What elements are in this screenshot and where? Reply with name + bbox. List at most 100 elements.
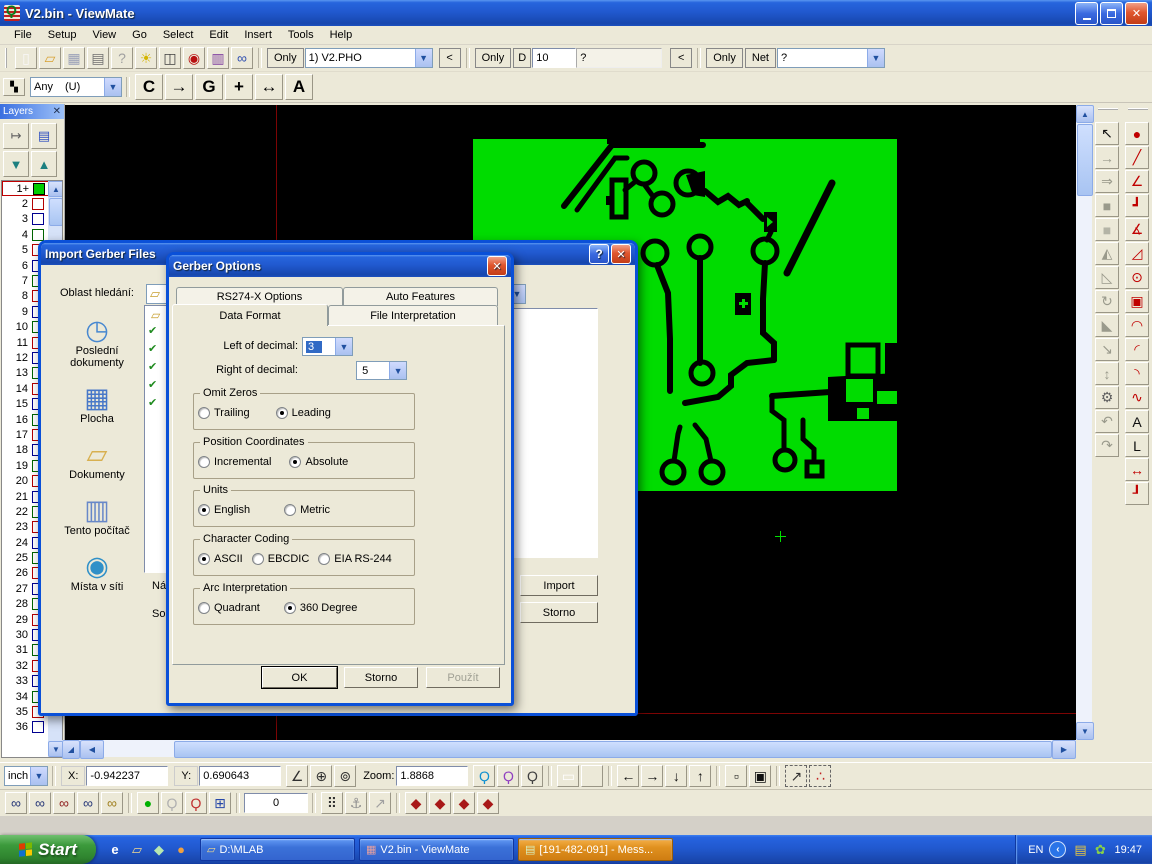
right-decimal-combobox[interactable]: 5 ▼ — [356, 361, 407, 380]
layer-color-swatch[interactable] — [32, 198, 44, 210]
fill-outline-icon[interactable]: ■ — [1095, 218, 1119, 241]
align-tool-icon[interactable]: ↕ — [1095, 362, 1119, 385]
grid-down-icon[interactable]: ↓ — [665, 765, 687, 787]
radio-option[interactable]: ASCII — [198, 553, 243, 565]
scroll-up-icon[interactable]: ▲ — [1076, 105, 1094, 123]
scrollbar-thumb[interactable] — [1077, 124, 1093, 196]
view-outline-icon[interactable]: ∞ — [77, 792, 99, 814]
chevron-down-icon[interactable]: ▼ — [867, 49, 884, 67]
dimension-tool-icon[interactable]: ↔ — [1125, 458, 1149, 481]
dcode-button[interactable]: D — [513, 48, 531, 68]
select-filter-combobox[interactable]: Any (U) ▼ — [30, 77, 122, 97]
layer-color-swatch[interactable] — [32, 213, 44, 225]
places-item[interactable]: ◷ Poslední dokumenty — [53, 315, 141, 369]
places-item[interactable]: ▱ Dokumenty — [53, 439, 141, 481]
open-file-icon[interactable]: ▱ — [39, 47, 61, 69]
scroll-left-icon[interactable]: ◀ — [80, 740, 104, 759]
dcode-highlight-icon[interactable]: ◉ — [183, 47, 205, 69]
close-button[interactable]: ✕ — [1125, 2, 1148, 25]
tray-chevron-icon[interactable]: ‹ — [1049, 841, 1066, 858]
scroll-down-icon[interactable]: ▼ — [48, 741, 63, 757]
draw-arc3-icon[interactable]: ◝ — [1125, 362, 1149, 385]
help-icon[interactable]: ? — [589, 244, 609, 264]
places-item[interactable]: ▥ Tento počítač — [53, 495, 141, 537]
menu-item[interactable]: File — [6, 27, 40, 43]
chevron-down-icon[interactable]: ▼ — [104, 78, 121, 96]
minimize-button[interactable] — [1075, 2, 1098, 25]
select-pad-icon[interactable]: ◆ — [429, 792, 451, 814]
copy-element-icon[interactable]: ⇒ — [1095, 170, 1119, 193]
net-button[interactable]: Net — [745, 48, 776, 68]
measure-view-icon[interactable]: ∞ — [231, 47, 253, 69]
zoom-select-icon[interactable]: Ϙ — [521, 765, 543, 787]
x-coordinate-field[interactable]: -0.942237 — [86, 766, 168, 786]
draw-angle-icon[interactable]: ∡ — [1125, 218, 1149, 241]
task-message[interactable]: ▤ [191-482-091] - Mess... — [518, 838, 673, 861]
context-help-icon[interactable]: ? — [111, 47, 133, 69]
menu-item[interactable]: Insert — [236, 27, 280, 43]
unit-combobox[interactable]: inch ▼ — [4, 766, 48, 786]
task-dmlab[interactable]: ▱ D:\MLAB — [200, 838, 355, 861]
only-net-button[interactable]: Only — [706, 48, 743, 68]
layer-color-swatch[interactable] — [32, 721, 44, 733]
grid-toggle-icon[interactable] — [581, 765, 603, 787]
chevron-down-icon[interactable]: ▼ — [335, 338, 352, 355]
left-decimal-combobox[interactable]: 3 ▼ — [302, 337, 353, 356]
clock[interactable]: 19:47 — [1114, 844, 1142, 856]
select-span-icon[interactable]: ↔ — [255, 74, 283, 100]
tab-file-interpretation[interactable]: File Interpretation — [328, 305, 498, 325]
save-file-icon[interactable]: ▦ — [63, 47, 85, 69]
tab-auto-features[interactable]: Auto Features — [343, 287, 498, 306]
redraw-state-icon[interactable]: ● — [137, 792, 159, 814]
select-window-icon[interactable]: ↗ — [785, 765, 807, 787]
y-coordinate-field[interactable]: 0.690643 — [199, 766, 281, 786]
zoom-in-icon[interactable]: Ϙ — [473, 765, 495, 787]
radio-option[interactable]: Trailing — [198, 407, 250, 419]
select-any-icon[interactable]: A — [285, 74, 313, 100]
tray-icq-icon[interactable]: ✿ — [1092, 842, 1108, 858]
cancel-button[interactable]: Storno — [344, 667, 418, 688]
view-draw-icon[interactable]: ∞ — [5, 792, 27, 814]
draw-triangle-icon[interactable]: ◿ — [1125, 242, 1149, 265]
layer-move-down-icon[interactable]: ▼ — [3, 151, 29, 177]
view-lines-icon[interactable]: ∞ — [29, 792, 51, 814]
zoom-value-field[interactable]: 1.8868 — [396, 766, 468, 786]
vector-measure-icon[interactable]: ↗ — [369, 792, 391, 814]
radio-option[interactable]: English — [198, 504, 250, 516]
select-group-icon[interactable]: G — [195, 74, 223, 100]
draw-arc-icon[interactable]: ◠ — [1125, 314, 1149, 337]
text-tool-icon[interactable]: A — [1125, 410, 1149, 433]
firefox-icon[interactable]: ● — [172, 841, 190, 859]
grid-right-icon[interactable]: → — [641, 765, 663, 787]
move-element-icon[interactable]: → — [1095, 146, 1119, 169]
radio-option[interactable]: Metric — [284, 504, 330, 516]
scrollbar-thumb[interactable] — [174, 741, 1052, 758]
center-locate-icon[interactable]: ⊚ — [334, 765, 356, 787]
canvas-horizontal-scrollbar[interactable]: ◢ ◀ ▶ — [62, 740, 1076, 757]
highlight-icon[interactable]: ☀ — [135, 47, 157, 69]
radio-option[interactable]: EIA RS-244 — [318, 553, 391, 565]
menu-item[interactable]: Tools — [280, 27, 322, 43]
radio-option[interactable]: Quadrant — [198, 602, 260, 614]
prev-layer-button[interactable]: < — [439, 48, 461, 68]
layer-color-swatch[interactable] — [33, 183, 45, 195]
net-combobox[interactable]: ? ▼ — [777, 48, 885, 68]
move-layer-icon[interactable]: ↘ — [1095, 338, 1119, 361]
flash-pad-icon[interactable]: ◆ — [405, 792, 427, 814]
menu-item[interactable]: Go — [124, 27, 155, 43]
select-component-icon[interactable]: C — [135, 74, 163, 100]
draw-spline-icon[interactable]: ∿ — [1125, 386, 1149, 409]
chevron-down-icon[interactable]: ▼ — [389, 362, 406, 379]
toolbar-grip[interactable] — [1098, 108, 1118, 118]
undo-icon[interactable]: ↶ — [1095, 410, 1119, 433]
only-dcode-button[interactable]: Only — [475, 48, 512, 68]
menu-item[interactable]: Edit — [201, 27, 236, 43]
label-tool-icon[interactable]: L — [1125, 434, 1149, 457]
ok-button[interactable]: OK — [262, 667, 337, 688]
draw-curve-icon[interactable]: ◜ — [1125, 338, 1149, 361]
draw-polyline-icon[interactable]: ∠ — [1125, 170, 1149, 193]
film-view-icon[interactable]: ▭ — [557, 765, 579, 787]
canvas-vertical-scrollbar[interactable]: ▲ ▼ — [1076, 105, 1092, 740]
radio-option[interactable]: Leading — [276, 407, 331, 419]
select-goto-icon[interactable]: → — [165, 74, 193, 100]
